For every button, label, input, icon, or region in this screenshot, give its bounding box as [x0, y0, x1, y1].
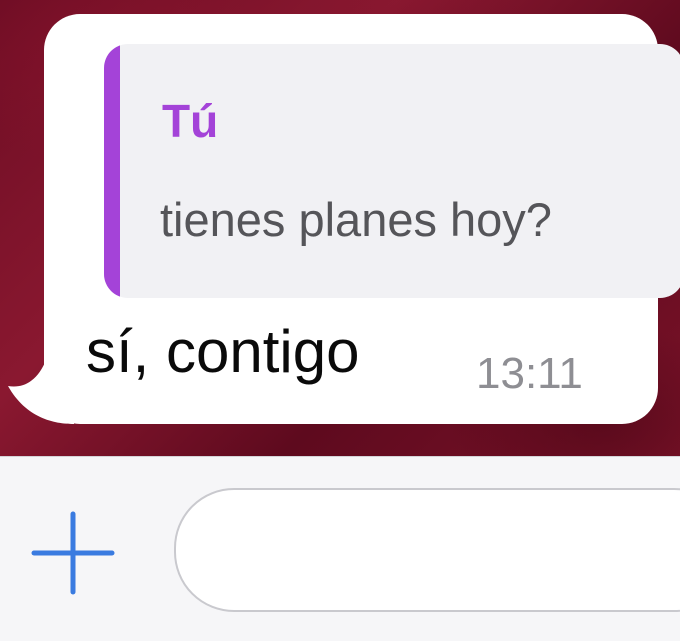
plus-icon	[31, 511, 115, 595]
quoted-message[interactable]: Tú tienes planes hoy?	[104, 44, 680, 298]
quoted-text: tienes planes hoy?	[160, 193, 552, 246]
message-text: sí, contigo	[86, 318, 360, 385]
message-timestamp: 13:11	[476, 349, 583, 398]
message-input[interactable]	[174, 488, 680, 612]
chat-screen: Tú tienes planes hoy? sí, contigo 13:11	[0, 0, 680, 641]
quote-accent-bar	[104, 44, 120, 298]
add-attachment-button[interactable]	[28, 508, 118, 598]
quoted-author: Tú	[162, 95, 219, 147]
